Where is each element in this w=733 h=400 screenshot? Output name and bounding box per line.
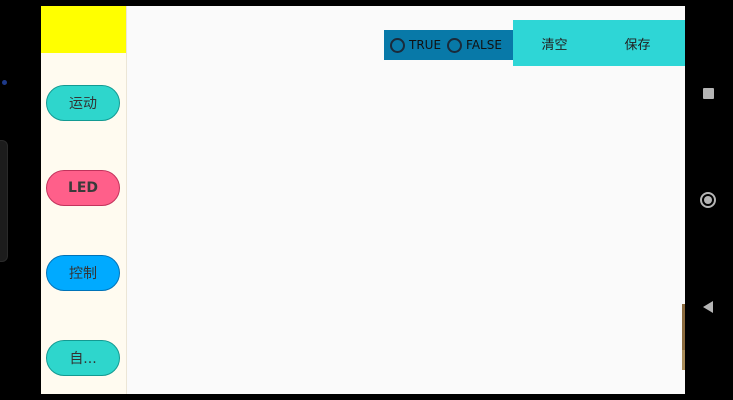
clear-button[interactable]: 清空 bbox=[513, 34, 596, 53]
category-custom-button[interactable]: 自... bbox=[46, 340, 120, 376]
radio-true-label: TRUE bbox=[409, 38, 442, 52]
device-nav-bar bbox=[685, 0, 733, 400]
block-category-sidebar: 运动 LED 控制 自... bbox=[41, 6, 127, 394]
device-frame-left bbox=[0, 0, 41, 400]
radio-circle bbox=[447, 37, 463, 53]
camera-dot bbox=[2, 80, 7, 85]
sidebar-header-block bbox=[41, 6, 126, 53]
back-icon[interactable] bbox=[703, 301, 713, 313]
block-workspace[interactable]: TRUE FALSE 清空 保存 加载 bbox=[127, 6, 685, 394]
category-motion-button[interactable]: 运动 bbox=[46, 85, 120, 121]
recents-icon[interactable] bbox=[703, 88, 714, 99]
radio-false-label: FALSE bbox=[466, 38, 502, 52]
radio-false[interactable]: FALSE bbox=[447, 37, 502, 53]
boolean-radio-group: TRUE FALSE bbox=[384, 30, 519, 60]
home-icon[interactable] bbox=[700, 192, 716, 208]
radio-circle bbox=[390, 37, 405, 53]
action-toolbar: 清空 保存 加载 bbox=[513, 20, 685, 66]
device-side-button bbox=[0, 140, 8, 262]
category-led-button[interactable]: LED bbox=[46, 170, 120, 206]
radio-true[interactable]: TRUE bbox=[390, 37, 442, 53]
category-control-button[interactable]: 控制 bbox=[46, 255, 120, 291]
save-button[interactable]: 保存 bbox=[596, 34, 679, 53]
app-screen: 运动 LED 控制 自... TRUE FALSE 清空 保存 加载 bbox=[41, 6, 685, 394]
